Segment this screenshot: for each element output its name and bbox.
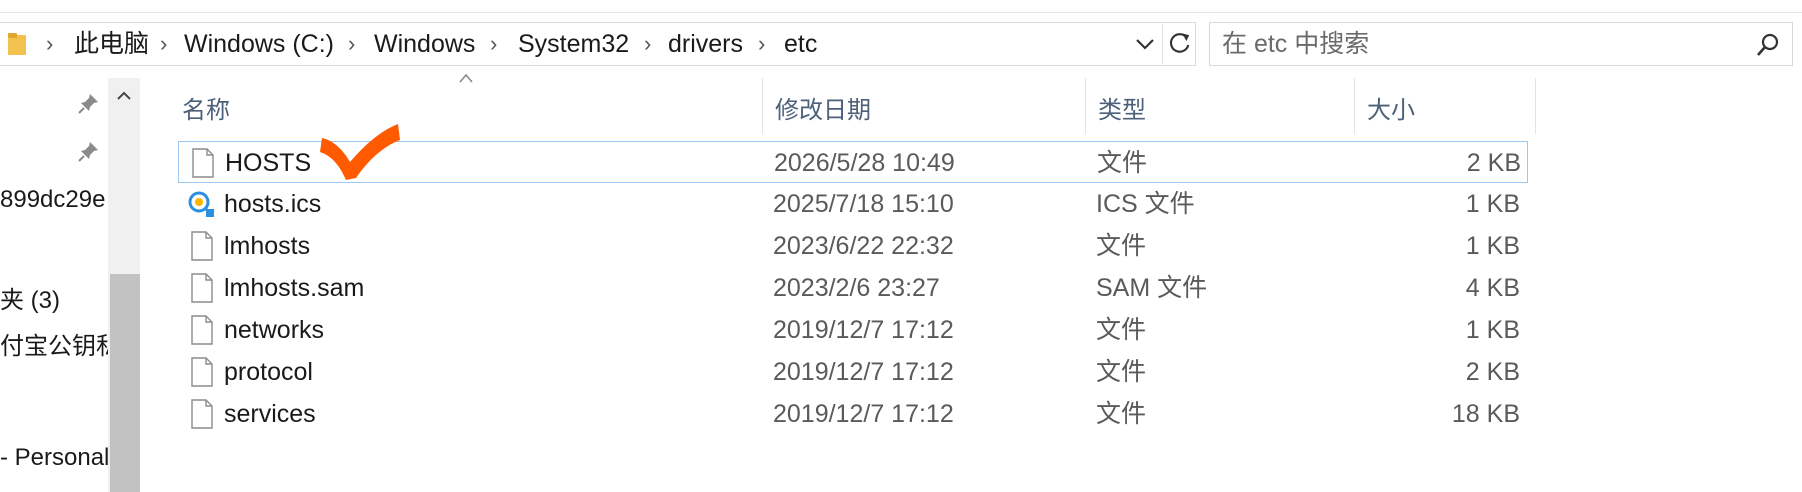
column-header-modified[interactable]: 修改日期 [763, 78, 1085, 134]
chevron-right-icon[interactable]: › [348, 23, 355, 65]
file-modified: 2019/12/7 17:12 [773, 400, 954, 428]
address-bar[interactable]: › 此电脑 › Windows (C:) › Windows › System3… [0, 22, 1196, 66]
search-input[interactable] [1210, 23, 1730, 65]
file-modified: 2019/12/7 17:12 [773, 316, 954, 344]
file-name: services [224, 400, 316, 428]
breadcrumb-etc[interactable]: etc [784, 23, 817, 65]
breadcrumb-windows[interactable]: Windows [374, 23, 475, 65]
breadcrumb-this-pc[interactable]: 此电脑 [74, 23, 149, 65]
chevron-right-icon[interactable]: › [160, 23, 167, 65]
breadcrumb-c-drive[interactable]: Windows (C:) [184, 23, 334, 65]
column-header-label: 名称 [182, 97, 230, 124]
file-modified: 2026/5/28 10:49 [774, 149, 955, 177]
column-header-type[interactable]: 类型 [1086, 78, 1354, 134]
file-modified: 2023/6/22 22:32 [773, 232, 954, 260]
search-box[interactable] [1209, 22, 1793, 66]
pin-icon[interactable] [78, 92, 100, 114]
file-size: 2 KB [1466, 149, 1521, 177]
nav-item[interactable]: - Personal [0, 444, 109, 472]
file-name: lmhosts.sam [224, 274, 365, 302]
column-header-label: 大小 [1367, 97, 1415, 124]
file-row[interactable]: lmhosts 2023/6/22 22:32 文件 1 KB [178, 225, 1528, 267]
file-modified: 2023/2/6 23:27 [773, 274, 940, 302]
file-type: 文件 [1097, 149, 1148, 177]
chevron-right-icon[interactable]: › [490, 23, 497, 65]
file-type: 文件 [1096, 316, 1147, 344]
navigation-pane: 899dc29e 夹 (3) 付宝公钥私 - Personal [0, 78, 140, 492]
breadcrumb-system32[interactable]: System32 [518, 23, 629, 65]
file-row[interactable]: lmhosts.sam 2023/2/6 23:27 SAM 文件 4 KB [178, 267, 1528, 309]
nav-scrollbar-thumb[interactable] [110, 274, 140, 492]
file-name: hosts.ics [224, 190, 322, 218]
chevron-up-icon[interactable] [110, 84, 138, 108]
file-size: 1 KB [1465, 232, 1520, 260]
file-name: protocol [224, 358, 313, 386]
file-modified: 2025/7/18 15:10 [773, 190, 954, 218]
file-type: SAM 文件 [1096, 274, 1208, 302]
search-icon[interactable] [1754, 31, 1782, 59]
nav-item[interactable]: 夹 (3) [0, 280, 60, 315]
ics-calendar-icon [188, 191, 214, 217]
file-size: 18 KB [1451, 400, 1520, 428]
refresh-icon[interactable] [1162, 23, 1196, 65]
blank-file-icon [191, 357, 213, 387]
file-name: lmhosts [224, 232, 311, 260]
chevron-down-icon[interactable] [1130, 23, 1160, 65]
file-row[interactable]: services 2019/12/7 17:12 文件 18 KB [178, 393, 1528, 435]
file-modified: 2019/12/7 17:12 [773, 358, 954, 386]
file-row[interactable]: hosts.ics 2025/7/18 15:10 ICS 文件 1 KB [178, 183, 1528, 225]
column-header-size[interactable]: 大小 [1355, 78, 1535, 134]
file-size: 1 KB [1465, 190, 1520, 218]
column-header-label: 类型 [1098, 97, 1146, 124]
file-row[interactable]: networks 2019/12/7 17:12 文件 1 KB [178, 309, 1528, 351]
file-size: 2 KB [1465, 358, 1520, 386]
nav-item[interactable]: 899dc29e [0, 186, 105, 214]
column-header-name[interactable]: 名称 [170, 78, 762, 134]
file-row[interactable]: protocol 2019/12/7 17:12 文件 2 KB [178, 351, 1528, 393]
file-type: 文件 [1096, 232, 1147, 260]
column-divider[interactable] [1535, 78, 1536, 134]
pin-icon[interactable] [78, 140, 100, 162]
file-type: 文件 [1096, 358, 1147, 386]
file-type: ICS 文件 [1096, 190, 1195, 218]
file-size: 4 KB [1465, 274, 1520, 302]
chevron-right-icon[interactable]: › [46, 23, 53, 65]
file-name: networks [224, 316, 325, 344]
blank-file-icon [192, 148, 214, 178]
blank-file-icon [191, 399, 213, 429]
window-top-border [0, 12, 1802, 13]
breadcrumb-drivers[interactable]: drivers [668, 23, 743, 65]
checkmark-annotation-icon [320, 124, 400, 180]
nav-item[interactable]: 付宝公钥私 [0, 326, 120, 361]
blank-file-icon [191, 315, 213, 345]
blank-file-icon [191, 231, 213, 261]
column-header-label: 修改日期 [775, 97, 871, 124]
file-size: 1 KB [1465, 316, 1520, 344]
chevron-right-icon[interactable]: › [644, 23, 651, 65]
chevron-right-icon[interactable]: › [758, 23, 765, 65]
file-type: 文件 [1096, 400, 1147, 428]
folder-icon [8, 33, 26, 55]
file-name: HOSTS [225, 149, 312, 177]
blank-file-icon [191, 273, 213, 303]
